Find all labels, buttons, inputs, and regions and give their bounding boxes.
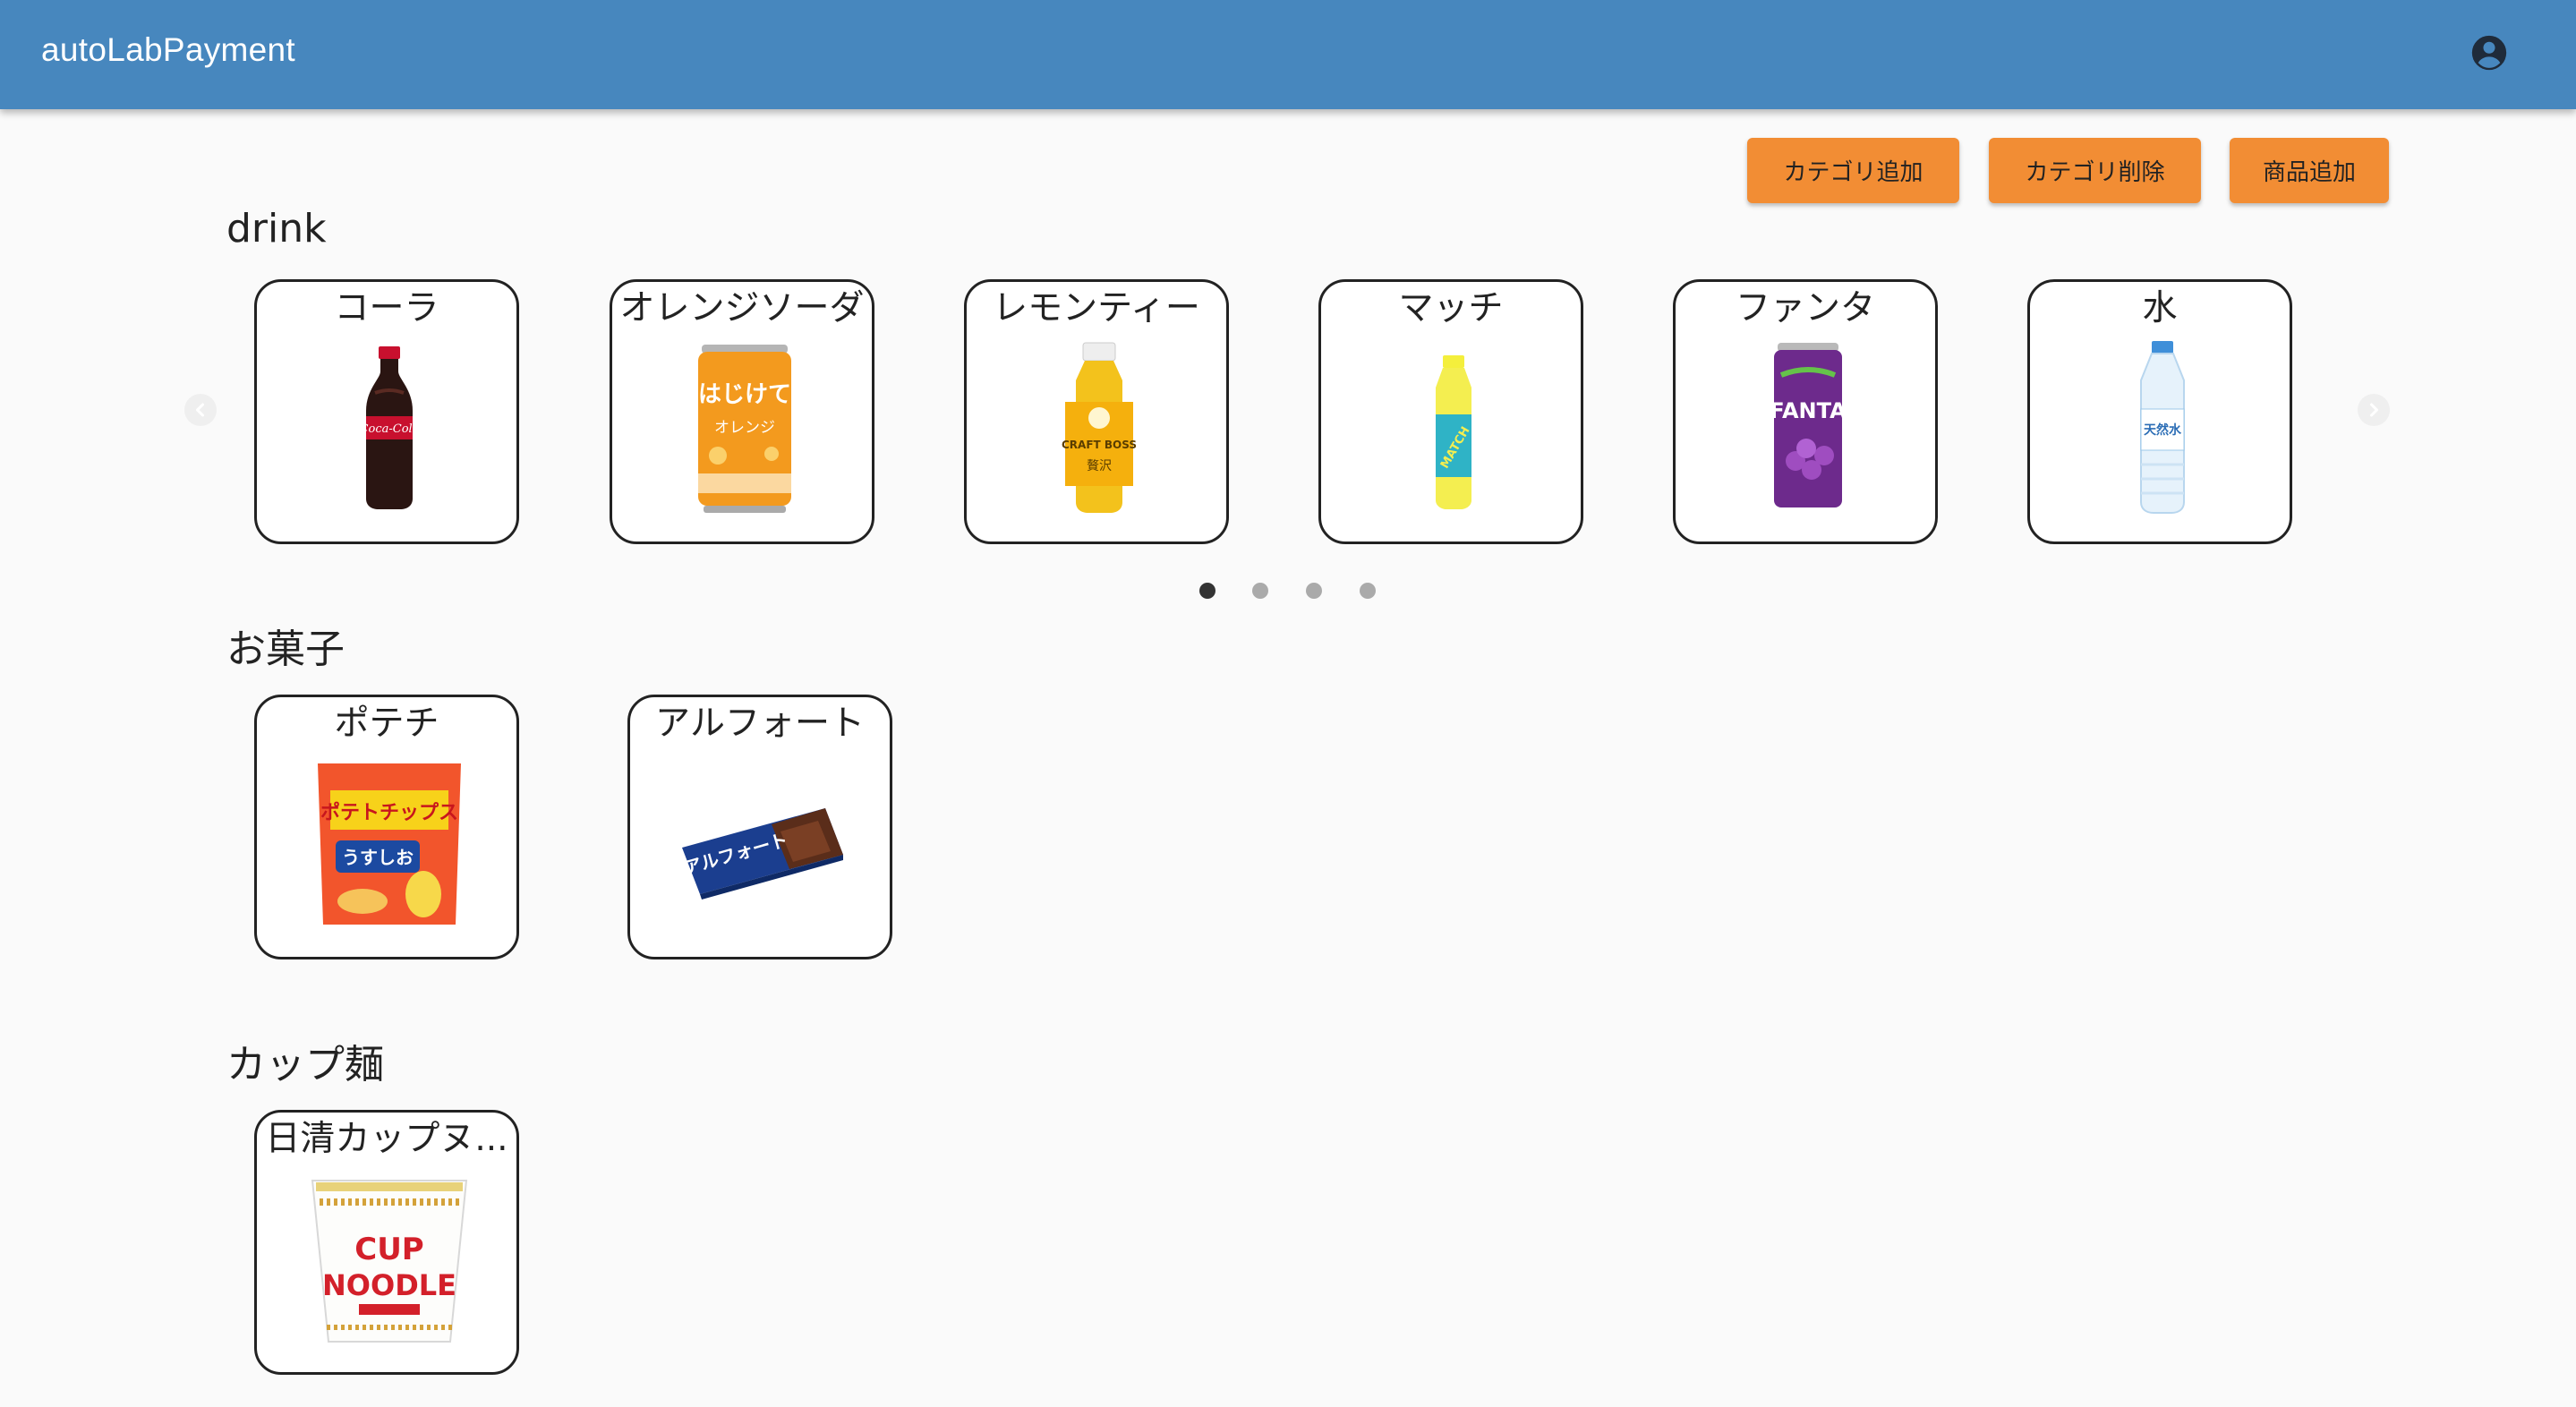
water-bottle-image: 天然水: [2073, 339, 2252, 518]
product-card-fanta[interactable]: ファンタ FANTA: [1673, 279, 1938, 544]
product-name: オレンジソーダ: [619, 288, 865, 328]
svg-text:ポテトチップス: ポテトチップス: [320, 801, 458, 824]
carousel-dot[interactable]: [1199, 583, 1215, 599]
svg-text:オレンジ: オレンジ: [714, 419, 775, 437]
svg-text:うすしお: うすしお: [342, 847, 414, 868]
lemon-tea-bottle-image: CRAFT BOSS 贅沢: [1010, 339, 1189, 518]
product-name: ポテチ: [334, 704, 439, 744]
carousel-next-button[interactable]: [2358, 394, 2390, 426]
product-card-water[interactable]: 水 天然水: [2027, 279, 2292, 544]
carousel-dot[interactable]: [1306, 583, 1322, 599]
add-product-button[interactable]: 商品追加: [2230, 138, 2389, 203]
svg-text:CUP: CUP: [354, 1232, 423, 1267]
product-name: ファンタ: [1735, 288, 1875, 328]
product-card-lemon-tea[interactable]: レモンティー CRAFT BOSS 贅沢: [964, 279, 1229, 544]
chevron-left-icon: [196, 403, 204, 417]
chevron-right-icon: [2370, 403, 2378, 417]
product-card-cup-noodle[interactable]: 日清カップヌ... CUP NOODLE: [254, 1110, 519, 1375]
product-name: コーラ: [334, 288, 439, 328]
orange-soda-can-image: はじけて オレンジ: [655, 339, 834, 518]
product-name: アルフォート: [654, 704, 865, 744]
app-title: autoLabPayment: [41, 31, 295, 68]
product-card-alfort[interactable]: アルフォート アルフォート: [627, 695, 892, 959]
potato-chips-bag-image: ポテトチップス うすしお: [300, 755, 479, 934]
product-card-cola[interactable]: コーラ Coca-Cola: [254, 279, 519, 544]
product-name: レモンティー: [993, 288, 1200, 328]
category-title-cup-noodles: カップ麺: [226, 1042, 384, 1087]
app-bar: autoLabPayment: [0, 0, 2576, 109]
cola-bottle-image: Coca-Cola: [300, 339, 479, 518]
carousel-dot[interactable]: [1252, 583, 1268, 599]
product-card-potato-chips[interactable]: ポテチ ポテトチップス うすしお: [254, 695, 519, 959]
fanta-grape-can-image: FANTA: [1719, 339, 1898, 518]
svg-text:FANTA: FANTA: [1770, 398, 1847, 423]
product-name: 水: [2142, 288, 2178, 328]
category-title-drink: drink: [226, 206, 327, 252]
svg-text:NOODLE: NOODLE: [322, 1268, 456, 1302]
account-circle-icon[interactable]: [2469, 32, 2510, 73]
category-title-snacks: お菓子: [226, 627, 345, 672]
svg-text:Coca-Cola: Coca-Cola: [360, 422, 420, 436]
match-bottle-image: MATCH: [1364, 339, 1543, 518]
svg-text:天然水: 天然水: [2144, 422, 2182, 438]
svg-text:CRAFT BOSS: CRAFT BOSS: [1062, 439, 1137, 451]
delete-category-button[interactable]: カテゴリ削除: [1989, 138, 2201, 203]
product-name: 日清カップヌ...: [265, 1119, 508, 1159]
svg-text:贅沢: 贅沢: [1087, 458, 1112, 473]
product-card-orange-soda[interactable]: オレンジソーダ はじけて オレンジ: [610, 279, 874, 544]
alfort-chocolate-box-image: アルフォート: [673, 755, 852, 934]
carousel-prev-button[interactable]: [184, 394, 217, 426]
cup-noodle-image: CUP NOODLE: [300, 1170, 479, 1349]
svg-text:はじけて: はじけて: [698, 381, 791, 408]
carousel-dot[interactable]: [1360, 583, 1376, 599]
product-card-match[interactable]: マッチ MATCH: [1318, 279, 1583, 544]
add-category-button[interactable]: カテゴリ追加: [1747, 138, 1959, 203]
product-name: マッチ: [1398, 288, 1504, 328]
